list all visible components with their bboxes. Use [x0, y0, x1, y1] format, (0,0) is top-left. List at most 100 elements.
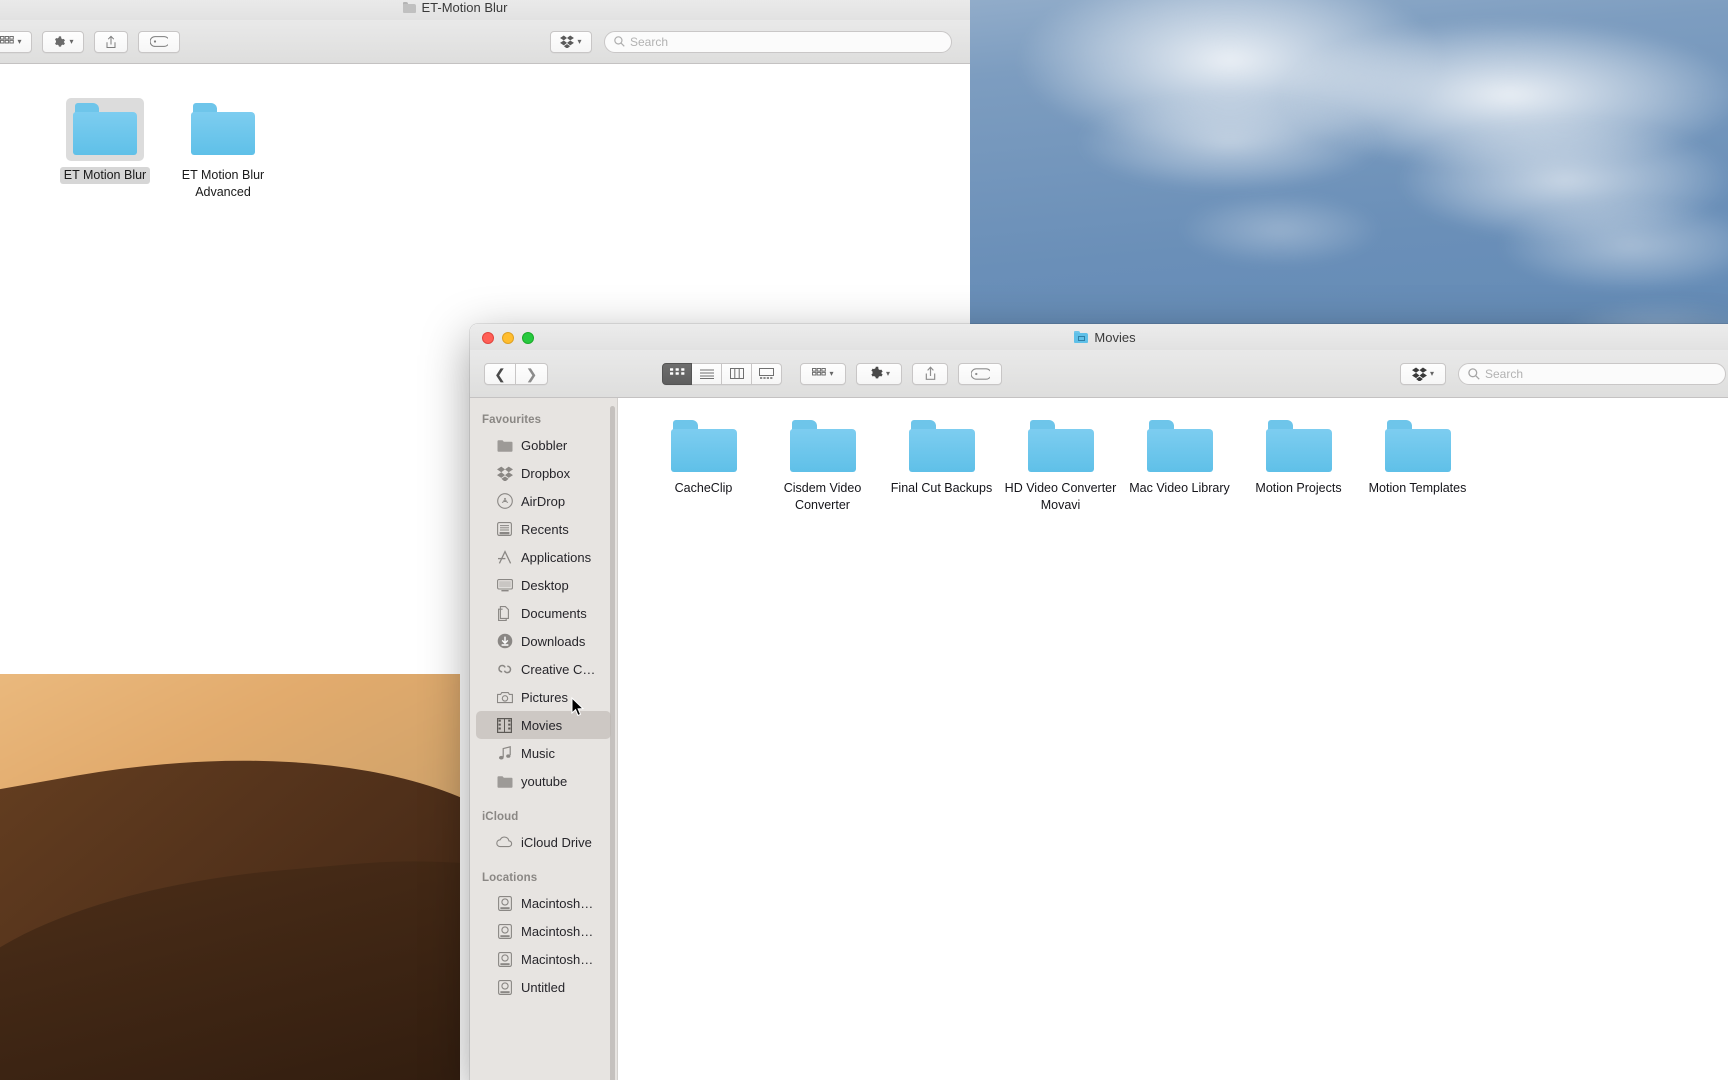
- chevron-right-icon: ❯: [525, 365, 538, 382]
- sidebar-item-recents[interactable]: Recents: [476, 515, 611, 543]
- sidebar-item-dropbox[interactable]: Dropbox: [476, 459, 611, 487]
- sidebar-item-label: Recents: [521, 521, 569, 537]
- sidebar-item-label: Macintosh…: [521, 923, 594, 939]
- finder-window-movies[interactable]: Movies ❮ ❯ ▾ ▾ ▾ Search Favourites Gobbl…: [470, 324, 1728, 1080]
- sidebar-item-label: AirDrop: [521, 493, 566, 509]
- sidebar-item-macintosh-3[interactable]: Macintosh…: [476, 945, 611, 973]
- close-button[interactable]: [482, 332, 494, 344]
- cloud-shape: [1080, 95, 1380, 190]
- arrange-button[interactable]: ▾: [0, 30, 32, 53]
- downloads-icon: [496, 633, 513, 650]
- sidebar-item-label: Music: [521, 745, 555, 761]
- tag-button[interactable]: [138, 30, 180, 53]
- file-item-label: Cisdem Video Converter: [783, 481, 862, 512]
- share-button[interactable]: [94, 30, 128, 53]
- column-view-button[interactable]: [722, 362, 752, 385]
- tag-button[interactable]: [958, 362, 1002, 385]
- forward-button[interactable]: ❯: [516, 362, 548, 385]
- chevron-down-icon: ▾: [577, 36, 582, 46]
- sidebar-item-creative-cloud[interactable]: Creative C…: [476, 655, 611, 683]
- chevron-down-icon: ▾: [885, 368, 890, 378]
- chevron-down-icon: ▾: [69, 36, 74, 46]
- file-item[interactable]: Motion Templates: [1358, 420, 1477, 514]
- sidebar-item-airdrop[interactable]: AirDrop: [476, 487, 611, 515]
- sidebar-item-label: Macintosh…: [521, 951, 594, 967]
- view-switcher[interactable]: [662, 362, 782, 385]
- sidebar-item-icloud-drive[interactable]: iCloud Drive: [476, 828, 611, 856]
- file-item-label: Mac Video Library: [1129, 481, 1230, 495]
- folder-icon: [1027, 420, 1094, 472]
- sidebar-item-applications[interactable]: Applications: [476, 543, 611, 571]
- action-gear-button[interactable]: ▾: [42, 30, 84, 53]
- list-view-button[interactable]: [692, 362, 722, 385]
- file-item[interactable]: Cisdem Video Converter: [763, 420, 882, 514]
- sidebar-item-label: Macintosh…: [521, 895, 594, 911]
- search-icon: [614, 36, 625, 47]
- sidebar-item-label: Applications: [521, 549, 592, 565]
- file-item[interactable]: Mac Video Library: [1120, 420, 1239, 514]
- front-window-toolbar: ❮ ❯ ▾ ▾ ▾ Search: [470, 350, 1728, 398]
- chevron-left-icon: ❮: [494, 365, 506, 382]
- search-icon: [1468, 367, 1480, 380]
- sidebar-section-favourites-header: Favourites: [482, 414, 542, 426]
- file-item-label: CacheClip: [674, 481, 733, 495]
- front-search-field[interactable]: Search: [1458, 362, 1726, 385]
- file-item[interactable]: Motion Projects: [1239, 420, 1358, 514]
- icon-view-button[interactable]: [662, 362, 692, 385]
- back-search-placeholder: Search: [630, 34, 669, 49]
- sidebar-item-youtube[interactable]: youtube: [476, 767, 611, 795]
- desktop-icon: [496, 577, 513, 594]
- zoom-button[interactable]: [522, 332, 534, 344]
- file-item[interactable]: ET Motion Blur Advanced: [171, 98, 275, 201]
- file-item-selected[interactable]: ET Motion Blur: [53, 98, 157, 184]
- action-gear-button[interactable]: ▾: [856, 362, 902, 385]
- camera-icon: [496, 689, 513, 706]
- sidebar-item-music[interactable]: Music: [476, 739, 611, 767]
- dropbox-button[interactable]: ▾: [550, 30, 592, 53]
- finder-sidebar[interactable]: Favourites Gobbler Dropbox AirDrop Recen…: [470, 398, 618, 1080]
- harddisk-icon: [496, 923, 513, 940]
- front-search-placeholder: Search: [1485, 366, 1524, 381]
- sidebar-item-movies[interactable]: Movies: [476, 711, 611, 739]
- minimize-button[interactable]: [502, 332, 514, 344]
- dropbox-button[interactable]: ▾: [1400, 362, 1446, 385]
- sidebar-scrollbar[interactable]: [610, 406, 615, 1080]
- file-item[interactable]: HD Video Converter Movavi: [1001, 420, 1120, 514]
- back-window-title-text: ET-Motion Blur: [421, 0, 508, 15]
- sidebar-item-desktop[interactable]: Desktop: [476, 571, 611, 599]
- sidebar-item-pictures[interactable]: Pictures: [476, 683, 611, 711]
- sidebar-item-label: Untitled: [521, 979, 566, 995]
- folder-icon: [496, 437, 513, 454]
- file-item[interactable]: CacheClip: [644, 420, 763, 514]
- cloud-icon: [496, 834, 513, 851]
- sidebar-item-downloads[interactable]: Downloads: [476, 627, 611, 655]
- sidebar-section-locations-header: Locations: [482, 872, 538, 884]
- back-search-field[interactable]: Search: [604, 30, 952, 53]
- sidebar-item-macintosh-2[interactable]: Macintosh…: [476, 917, 611, 945]
- gallery-view-button[interactable]: [752, 362, 782, 385]
- chevron-down-icon: ▾: [17, 36, 22, 46]
- sidebar-item-macintosh-1[interactable]: Macintosh…: [476, 889, 611, 917]
- sidebar-item-label: Creative C…: [521, 661, 596, 677]
- sidebar-item-untitled[interactable]: Untitled: [476, 973, 611, 1001]
- traffic-lights[interactable]: [482, 332, 534, 344]
- sidebar-item-gobbler[interactable]: Gobbler: [476, 431, 611, 459]
- airdrop-icon: [496, 493, 513, 510]
- share-button[interactable]: [912, 362, 948, 385]
- arrange-button[interactable]: ▾: [800, 362, 846, 385]
- sidebar-item-label: Dropbox: [521, 465, 571, 481]
- file-item[interactable]: Final Cut Backups: [882, 420, 1001, 514]
- file-item-label: ET Motion Blur Advanced: [181, 168, 265, 199]
- finder-content-area[interactable]: CacheClip Cisdem Video Converter Final C…: [618, 398, 1728, 1080]
- back-button[interactable]: ❮: [484, 362, 516, 385]
- file-grid: CacheClip Cisdem Video Converter Final C…: [644, 420, 1728, 540]
- movies-folder-icon: [1074, 331, 1089, 343]
- arrow-pointer: [571, 697, 585, 717]
- chevron-down-icon: ▾: [1429, 368, 1434, 378]
- front-window-titlebar[interactable]: Movies: [470, 324, 1728, 350]
- back-window-titlebar[interactable]: ET-Motion Blur: [0, 0, 970, 20]
- documents-icon: [496, 605, 513, 622]
- sidebar-item-documents[interactable]: Documents: [476, 599, 611, 627]
- nav-buttons[interactable]: ❮ ❯: [484, 362, 548, 385]
- folder-icon: [789, 420, 856, 472]
